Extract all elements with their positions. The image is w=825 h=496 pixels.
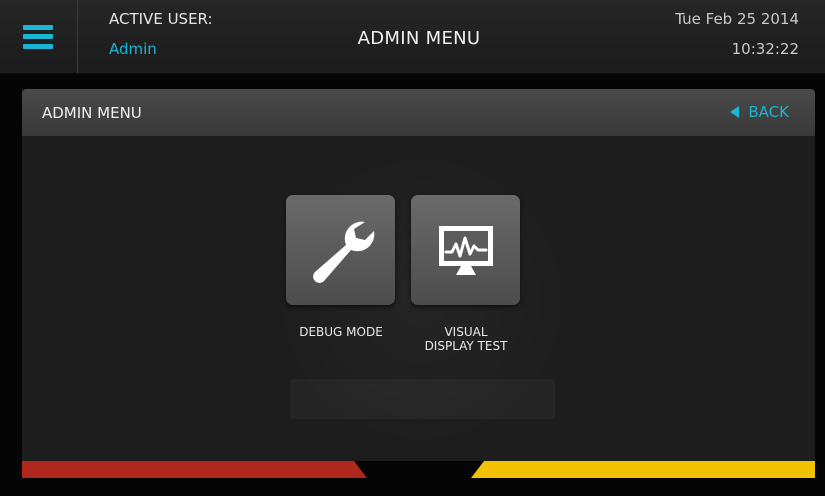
page-title: ADMIN MENU: [357, 28, 481, 49]
monitor-waveform-icon: [438, 226, 493, 275]
panel-title: ADMIN MENU: [42, 104, 142, 122]
debug-mode-button[interactable]: [286, 195, 395, 305]
wrench-icon: [312, 221, 374, 283]
current-time: 10:32:22: [731, 40, 799, 58]
top-bar: ACTIVE USER: Admin ADMIN MENU Tue Feb 25…: [0, 0, 825, 74]
visual-display-test-button[interactable]: [411, 195, 520, 305]
admin-menu-screen: ACTIVE USER: Admin ADMIN MENU Tue Feb 25…: [0, 0, 825, 496]
debug-mode-label: DEBUG MODE: [299, 325, 383, 339]
back-arrow-icon: [730, 106, 740, 118]
active-user-label: ACTIVE USER:: [109, 10, 213, 28]
status-stripe-red: [22, 461, 367, 478]
back-button[interactable]: BACK: [730, 103, 789, 121]
visual-display-test-label: VISUAL DISPLAY TEST: [424, 325, 508, 353]
status-stripe-yellow: [471, 461, 815, 478]
current-date: Tue Feb 25 2014: [675, 10, 799, 28]
panel-header: ADMIN MENU BACK: [22, 89, 815, 136]
background-watermark-logo: [290, 379, 555, 419]
back-button-label: BACK: [748, 103, 789, 121]
